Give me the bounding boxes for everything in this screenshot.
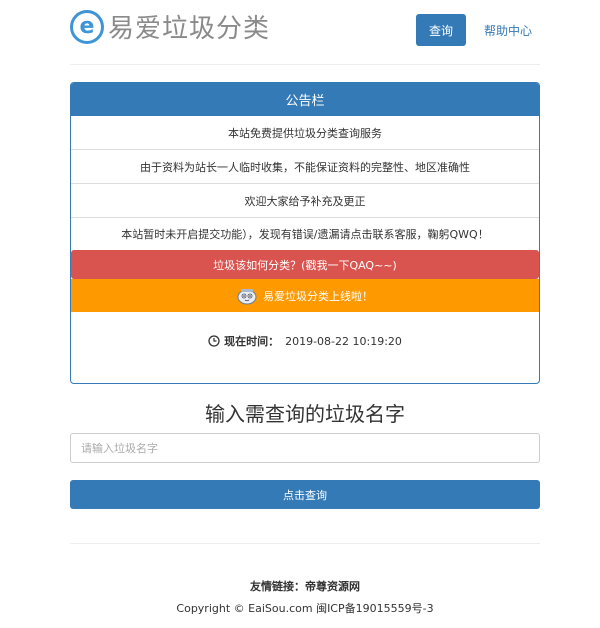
- search-heading: 输入需查询的垃圾名字: [205, 402, 405, 426]
- search-input[interactable]: [70, 433, 540, 463]
- current-time: 现在时间： 2019-08-22 10:19:20: [71, 312, 539, 370]
- notice-item: 由于资料为站长一人临时收集，不能保证资料的完整性、地区准确性: [71, 150, 539, 184]
- mascot-icon: [237, 288, 257, 304]
- logo-e-icon: e: [70, 9, 104, 44]
- notice-item: 欢迎大家给予补充及更正: [71, 184, 539, 218]
- nav-query-button[interactable]: 查询: [416, 14, 466, 46]
- clock-icon: [208, 335, 220, 347]
- site-logo[interactable]: e 易爱垃圾分类: [70, 8, 270, 45]
- friend-links: 友情链接：帝尊资源网: [70, 578, 540, 594]
- notice-item: 本站暂时未开启提交功能），发现有错误/遗漏请点击联系客服，鞠躬QWQ！: [121, 228, 489, 241]
- divider: [70, 543, 540, 544]
- notice-item: 本站免费提供垃圾分类查询服务: [71, 116, 539, 150]
- notice-panel: 公告栏 本站免费提供垃圾分类查询服务 由于资料为站长一人临时收集，不能保证资料的…: [70, 82, 540, 384]
- friend-links-label: 友情链接：: [250, 580, 305, 593]
- time-label: 现在时间：: [224, 335, 280, 348]
- site-header: e 易爱垃圾分类 查询 帮助中心: [70, 8, 540, 48]
- nav-help-link[interactable]: 帮助中心: [478, 14, 538, 46]
- divider: [70, 64, 540, 65]
- notice-title: 公告栏: [71, 83, 539, 116]
- time-value: 2019-08-22 10:19:20: [285, 334, 402, 348]
- search-button[interactable]: 点击查询: [70, 480, 540, 509]
- how-to-classify-button[interactable]: 垃圾该如何分类？(戳我一下QAQ~~): [71, 250, 539, 279]
- copyright: Copyright © EaiSou.com 闽ICP备19015559号-3: [176, 602, 434, 615]
- friend-link[interactable]: 帝尊资源网: [305, 580, 360, 593]
- launch-banner-text: 易爱垃圾分类上线啦！: [263, 289, 373, 303]
- logo-text: 易爱垃圾分类: [108, 14, 271, 44]
- launch-banner[interactable]: 易爱垃圾分类上线啦！: [71, 279, 539, 312]
